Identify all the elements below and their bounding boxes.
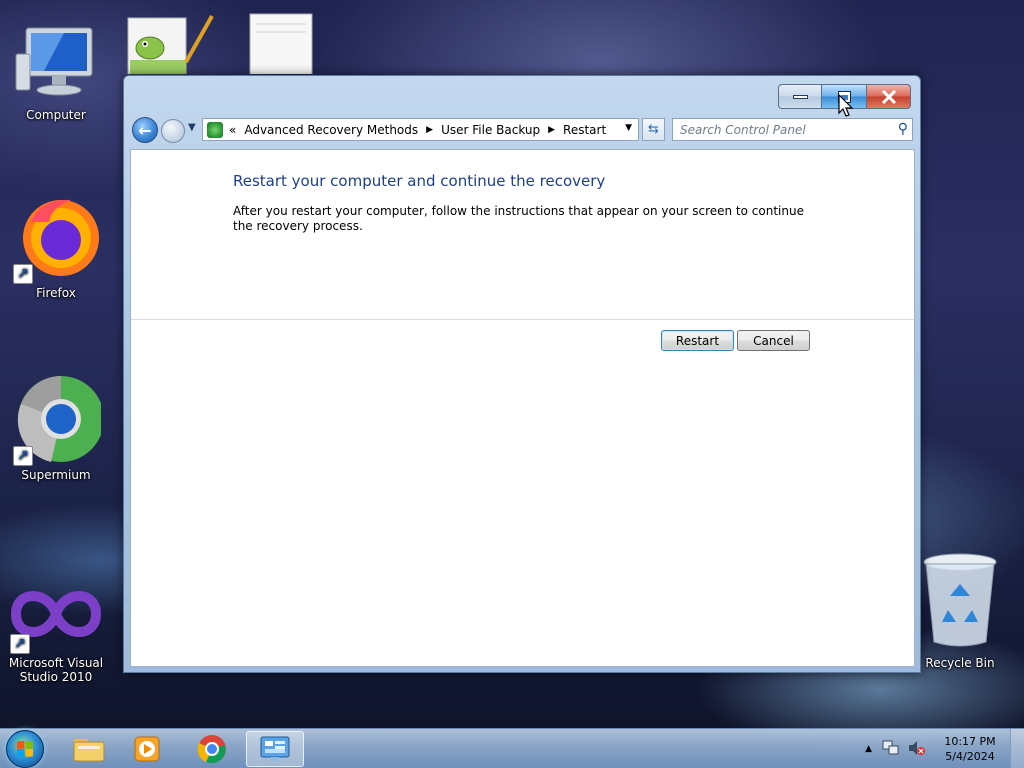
control-panel-icon — [207, 121, 223, 138]
shortcut-arrow-icon: ↗ — [10, 634, 30, 654]
search-placeholder: Search Control Panel — [680, 122, 806, 137]
clock-time: 10:17 PM — [944, 735, 996, 748]
desktop-icon-label: Microsoft Visual Studio 2010 — [8, 656, 104, 684]
taskbar-app-explorer[interactable] — [60, 731, 118, 767]
desktop-icon-label: Computer — [26, 108, 86, 122]
taskbar: ▲ 10:17 PM 5/4/2024 — [0, 728, 1024, 768]
taskbar-app-media-player[interactable] — [118, 731, 176, 767]
desktop-icon-firefox[interactable]: ↗ Firefox — [6, 192, 106, 300]
computer-icon — [14, 24, 98, 104]
breadcrumb-separator-icon[interactable]: ▶ — [426, 125, 433, 135]
desktop-icon-supermium[interactable]: ↗ Supermium — [6, 374, 106, 482]
content-pane: Restart your computer and continue the r… — [130, 149, 915, 667]
desktop-icon-computer[interactable]: Computer — [6, 24, 106, 122]
recent-pages-dropdown[interactable]: ▼ — [188, 122, 196, 133]
mouse-cursor-icon — [838, 94, 854, 117]
desktop-icon-label: Recycle Bin — [925, 656, 995, 670]
notepadpp-desktop-icon[interactable] — [126, 12, 216, 74]
start-button[interactable] — [6, 730, 44, 768]
breadcrumb-separator-icon[interactable]: ▶ — [548, 125, 555, 135]
supermium-icon: ↗ — [11, 374, 104, 466]
breadcrumb-user-file-backup[interactable]: User File Backup — [441, 123, 540, 137]
breadcrumb-restart[interactable]: Restart — [563, 123, 606, 137]
search-icon[interactable]: ⚲ — [898, 121, 908, 137]
clock[interactable]: 10:17 PM 5/4/2024 — [930, 734, 1010, 764]
folder-icon — [73, 739, 105, 762]
forward-button[interactable] — [161, 119, 185, 143]
taskbar-app-chrome[interactable] — [183, 731, 241, 767]
address-dropdown-icon[interactable]: ▼ — [625, 123, 632, 133]
media-player-icon — [134, 736, 160, 762]
page-title: Restart your computer and continue the r… — [233, 172, 606, 190]
back-arrow-icon: ← — [138, 120, 152, 140]
visual-studio-icon: ↗ — [8, 580, 104, 654]
taskbar-app-control-panel[interactable] — [246, 731, 304, 767]
breadcrumb-overflow[interactable]: « — [229, 123, 236, 137]
desktop-icon-label: Supermium — [21, 468, 91, 482]
volume-muted-icon[interactable] — [908, 740, 926, 759]
breadcrumb-advanced-recovery[interactable]: Advanced Recovery Methods — [244, 123, 418, 137]
page-description: After you restart your computer, follow … — [233, 204, 804, 233]
cancel-button[interactable]: Cancel — [737, 330, 810, 351]
close-icon — [881, 89, 896, 104]
desktop-icon-label: Firefox — [36, 286, 76, 300]
network-icon[interactable] — [882, 740, 900, 759]
desktop-icon-recycle-bin[interactable]: Recycle Bin — [910, 552, 1010, 670]
navigation-bar: ← ▼ « Advanced Recovery Methods ▶ User F… — [132, 116, 913, 143]
close-button[interactable] — [867, 84, 911, 109]
firefox-icon: ↗ — [11, 192, 101, 284]
refresh-icon: ⇆ — [648, 122, 659, 137]
back-button[interactable]: ← — [132, 117, 158, 143]
control-panel-window: ← ▼ « Advanced Recovery Methods ▶ User F… — [123, 75, 921, 673]
minimize-icon — [792, 94, 808, 99]
show-desktop-button[interactable] — [1010, 729, 1024, 768]
divider — [131, 319, 914, 320]
refresh-button[interactable]: ⇆ — [642, 118, 665, 141]
recycle-bin-icon — [920, 552, 1000, 652]
shortcut-arrow-icon: ↗ — [13, 446, 33, 466]
restart-button[interactable]: Restart — [661, 330, 734, 351]
search-input[interactable]: Search Control Panel ⚲ — [672, 118, 913, 141]
minimize-button[interactable] — [778, 84, 822, 109]
clock-date: 5/4/2024 — [945, 750, 995, 763]
shortcut-arrow-icon: ↗ — [13, 264, 33, 284]
text-file-desktop-icon[interactable] — [248, 12, 316, 74]
system-tray: ▲ 10:17 PM 5/4/2024 — [865, 729, 1024, 768]
address-bar[interactable]: « Advanced Recovery Methods ▶ User File … — [202, 118, 639, 141]
control-panel-icon — [260, 736, 290, 761]
chrome-icon — [197, 735, 226, 764]
show-hidden-icons-icon[interactable]: ▲ — [865, 744, 872, 754]
desktop-icon-visual-studio[interactable]: ↗ Microsoft Visual Studio 2010 — [6, 580, 106, 684]
